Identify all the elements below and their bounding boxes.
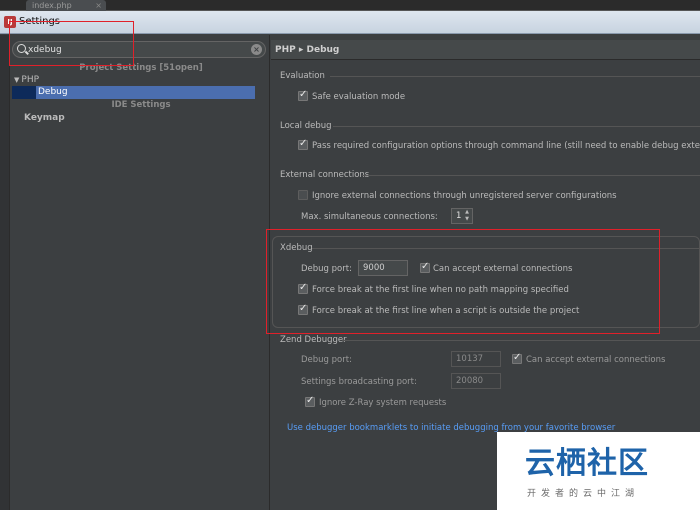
- close-tab-icon[interactable]: ×: [95, 0, 102, 11]
- tree-item-keymap[interactable]: Keymap: [24, 113, 65, 123]
- window-title-bar: IJ Settings: [0, 11, 700, 34]
- group-evaluation: Evaluation: [280, 71, 325, 81]
- ide-settings-header: IDE Settings: [111, 100, 171, 110]
- pass-required-label: Pass required configuration options thro…: [312, 141, 700, 151]
- editor-tab-label: index.php: [32, 1, 72, 10]
- xdebug-port-label: Debug port:: [301, 264, 352, 274]
- watermark-title: 云栖社区: [525, 446, 649, 481]
- group-xdebug: Xdebug: [280, 243, 313, 253]
- watermark: 云栖社区 开发者的云中江湖: [497, 432, 700, 510]
- pass-required-checkbox[interactable]: [298, 138, 308, 150]
- watermark-subtitle: 开发者的云中江湖: [527, 489, 640, 499]
- tree-item-debug[interactable]: Debug: [12, 86, 255, 99]
- zend-port-label: Debug port:: [301, 355, 352, 365]
- settings-search-box[interactable]: ×: [12, 41, 266, 58]
- force-break-no-mapping-label: Force break at the first line when no pa…: [312, 285, 569, 295]
- zend-can-accept-label: Can accept external connections: [526, 355, 666, 365]
- expand-arrow-icon[interactable]: ▼: [14, 76, 19, 84]
- zend-port-field[interactable]: 10137: [451, 351, 501, 367]
- group-external-connections: External connections: [280, 170, 370, 180]
- spinner-arrows-icon[interactable]: ▲ ▼: [463, 209, 471, 223]
- zend-can-accept-checkbox[interactable]: [512, 352, 522, 364]
- ignore-external-label: Ignore external connections through unre…: [312, 191, 617, 201]
- clear-search-icon[interactable]: ×: [251, 44, 262, 55]
- divider: [312, 248, 700, 249]
- force-break-no-mapping-checkbox[interactable]: [298, 282, 308, 294]
- divider: [333, 126, 700, 127]
- force-break-outside-label: Force break at the first line when a scr…: [312, 306, 580, 316]
- xdebug-can-accept-label: Can accept external connections: [433, 264, 573, 274]
- xdebug-port-field[interactable]: 9000: [358, 260, 408, 276]
- project-settings-header: Project Settings [51open]: [79, 63, 203, 73]
- window-title: Settings: [19, 16, 61, 27]
- search-input[interactable]: [28, 43, 248, 56]
- force-break-outside-checkbox[interactable]: [298, 303, 308, 315]
- tree-item-php-label: PHP: [21, 75, 40, 85]
- left-gutter: [0, 35, 10, 510]
- divider: [362, 175, 700, 176]
- max-connections-spinner[interactable]: 1 ▲ ▼: [451, 208, 473, 224]
- zend-broadcast-field[interactable]: 20080: [451, 373, 501, 389]
- max-connections-label: Max. simultaneous connections:: [301, 212, 438, 222]
- group-local-debug: Local debug: [280, 121, 332, 131]
- search-icon: [17, 44, 26, 53]
- zend-broadcast-label: Settings broadcasting port:: [301, 377, 417, 387]
- ignore-zray-label: Ignore Z-Ray system requests: [319, 398, 447, 408]
- editor-tab-strip: index.php ×: [0, 0, 700, 11]
- divider: [330, 76, 700, 77]
- group-zend-debugger: Zend Debugger: [280, 335, 347, 345]
- max-connections-value: 1: [456, 211, 462, 221]
- editor-tab-index-php[interactable]: index.php ×: [26, 0, 106, 11]
- tree-selection-marker: [12, 86, 36, 99]
- xdebug-can-accept-checkbox[interactable]: [420, 261, 430, 273]
- tree-item-php[interactable]: ▼ PHP: [14, 75, 39, 85]
- breadcrumb: PHP ▸ Debug: [271, 40, 700, 60]
- safe-eval-checkbox[interactable]: [298, 89, 308, 101]
- divider: [342, 340, 700, 341]
- intellij-icon: IJ: [4, 16, 16, 28]
- safe-eval-label: Safe evaluation mode: [312, 92, 406, 102]
- ignore-zray-checkbox[interactable]: [305, 395, 315, 407]
- ignore-external-checkbox[interactable]: [298, 190, 308, 200]
